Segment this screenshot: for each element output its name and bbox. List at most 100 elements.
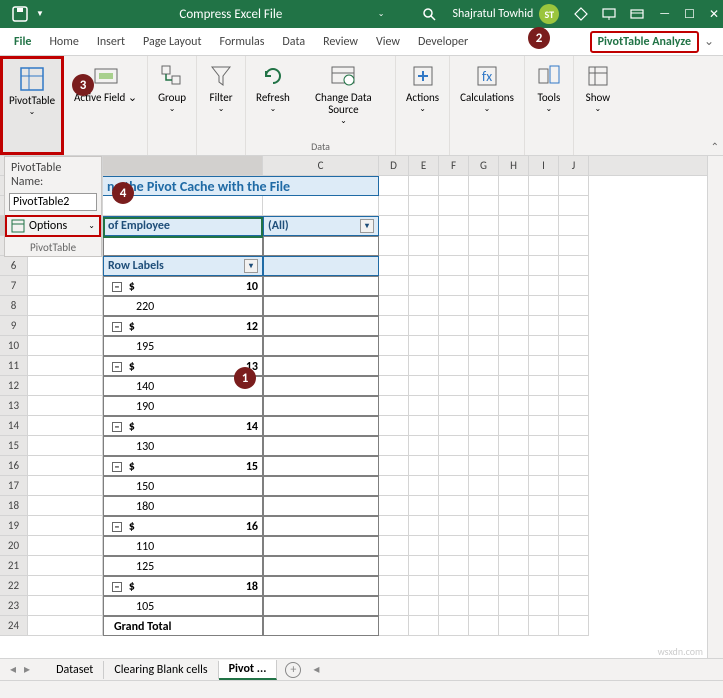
cell[interactable] (529, 236, 559, 256)
col-header-j[interactable]: J (559, 156, 589, 175)
tab-home[interactable]: Home (41, 31, 86, 53)
cell[interactable] (28, 476, 103, 496)
cell[interactable] (469, 496, 499, 516)
cell[interactable] (529, 416, 559, 436)
cell[interactable] (379, 496, 409, 516)
row-header[interactable]: 18 (0, 496, 28, 516)
cell[interactable] (499, 436, 529, 456)
cell[interactable] (263, 316, 379, 336)
pivottable-name-input[interactable] (9, 193, 97, 211)
cell[interactable] (529, 596, 559, 616)
cell[interactable] (409, 316, 439, 336)
tab-nav-prev-icon[interactable]: ◂ (10, 662, 16, 677)
cell[interactable] (469, 616, 499, 636)
cell[interactable] (379, 296, 409, 316)
cell[interactable] (469, 296, 499, 316)
cell[interactable] (409, 616, 439, 636)
cell[interactable] (559, 436, 589, 456)
cell[interactable] (559, 476, 589, 496)
tab-nav-next-icon[interactable]: ▸ (24, 662, 30, 677)
tab-pagelayout[interactable]: Page Layout (135, 31, 209, 53)
row-header[interactable]: 10 (0, 336, 28, 356)
cell[interactable] (379, 616, 409, 636)
cell[interactable] (439, 296, 469, 316)
cell[interactable] (559, 356, 589, 376)
options-button[interactable]: Options ⌄ (5, 215, 101, 237)
cell[interactable] (28, 456, 103, 476)
cell[interactable] (499, 276, 529, 296)
cell[interactable] (469, 596, 499, 616)
cell[interactable] (409, 236, 439, 256)
cell[interactable] (28, 276, 103, 296)
actions-button[interactable]: Actions ⌄ (400, 60, 445, 116)
cell[interactable] (379, 316, 409, 336)
cell[interactable] (263, 396, 379, 416)
cell[interactable] (379, 236, 409, 256)
cell[interactable] (409, 256, 439, 276)
vertical-scrollbar[interactable] (707, 156, 723, 658)
cell[interactable] (469, 176, 499, 196)
cell[interactable] (379, 356, 409, 376)
cell[interactable] (499, 376, 529, 396)
cell[interactable] (28, 356, 103, 376)
cell[interactable] (559, 276, 589, 296)
cell[interactable] (28, 596, 103, 616)
row-header[interactable]: 24 (0, 616, 28, 636)
cell[interactable] (469, 476, 499, 496)
cell[interactable] (529, 516, 559, 536)
row-header[interactable]: 20 (0, 536, 28, 556)
cell[interactable] (28, 576, 103, 596)
cell[interactable]: − $10 (103, 276, 263, 296)
autosave-icon[interactable] (12, 6, 28, 22)
cell[interactable] (529, 396, 559, 416)
cell[interactable] (379, 376, 409, 396)
cell[interactable] (263, 616, 379, 636)
cell[interactable] (409, 576, 439, 596)
row-header[interactable]: 19 (0, 516, 28, 536)
cell[interactable] (559, 516, 589, 536)
dropdown-icon[interactable]: ⌄ (378, 9, 385, 19)
row-header[interactable]: 9 (0, 316, 28, 336)
col-header-e[interactable]: E (409, 156, 439, 175)
cell[interactable]: − $14 (103, 416, 263, 436)
ribbon-more-icon[interactable]: ⌄ (701, 34, 717, 49)
cell[interactable] (469, 316, 499, 336)
cell[interactable] (28, 416, 103, 436)
cell[interactable] (559, 596, 589, 616)
cell[interactable] (28, 336, 103, 356)
cell[interactable] (529, 256, 559, 276)
add-sheet-button[interactable]: + (285, 662, 301, 678)
cell[interactable] (469, 416, 499, 436)
cell[interactable] (263, 236, 379, 256)
maximize-icon[interactable]: ☐ (684, 7, 695, 22)
cell[interactable] (469, 436, 499, 456)
row-header[interactable]: 22 (0, 576, 28, 596)
cell[interactable] (263, 296, 379, 316)
cell[interactable] (409, 176, 439, 196)
cell[interactable] (499, 536, 529, 556)
cell[interactable] (469, 376, 499, 396)
cell[interactable]: 195 (103, 336, 263, 356)
cell[interactable] (529, 216, 559, 236)
row-header[interactable]: 21 (0, 556, 28, 576)
cell[interactable] (28, 396, 103, 416)
cell[interactable] (559, 556, 589, 576)
row-header[interactable]: 23 (0, 596, 28, 616)
cell[interactable]: 150 (103, 476, 263, 496)
cell[interactable] (263, 496, 379, 516)
tools-button[interactable]: Tools ⌄ (529, 60, 569, 116)
cell[interactable] (263, 576, 379, 596)
cell[interactable] (559, 296, 589, 316)
cell[interactable] (529, 356, 559, 376)
col-header-h[interactable]: H (499, 156, 529, 175)
cell[interactable] (529, 536, 559, 556)
cell[interactable] (409, 216, 439, 236)
cell[interactable] (529, 576, 559, 596)
cell[interactable] (499, 176, 529, 196)
cell[interactable] (529, 456, 559, 476)
cell[interactable] (379, 476, 409, 496)
cell[interactable] (439, 436, 469, 456)
col-header-d[interactable]: D (379, 156, 409, 175)
cell[interactable] (559, 536, 589, 556)
change-data-button[interactable]: Change Data Source ⌄ (296, 60, 391, 128)
